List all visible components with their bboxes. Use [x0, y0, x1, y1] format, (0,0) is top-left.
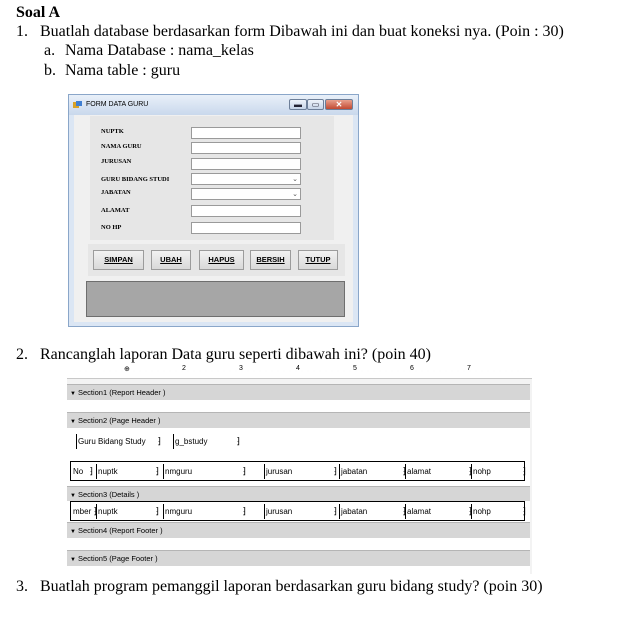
guru-bidang-study-label[interactable]: Guru Bidang Study ⁆ — [76, 434, 161, 449]
guru-bidang-studi-combo[interactable]: ⌄ — [191, 173, 301, 185]
report-designer: ⊕ 2 3 4 5 6 7 ▼ Section1 (Report Header )… — [67, 364, 532, 574]
jurusan-label: JURUSAN — [101, 158, 132, 165]
q2-text: Rancanglah laporan Data guru seperti dib… — [40, 346, 431, 363]
details-band: mber ⁆ nuptk ⁆ nmguru ⁆ jurusan ⁆ jabatan ⁆ a… — [67, 501, 530, 523]
buttons-panel: SIMPAN UBAH HAPUS BERSIH TUTUP — [88, 244, 345, 276]
jabatan-combo[interactable]: ⌄ — [191, 188, 301, 200]
q3-text: Buatlah program pemanggil laporan berdas… — [40, 578, 543, 595]
nuptk-input[interactable] — [191, 127, 301, 139]
detail-cell-nmguru[interactable]: nmguru ⁆ — [163, 504, 246, 519]
q1-text: Buatlah database berdasarkan form Dibawa… — [40, 23, 564, 40]
nama-guru-label: NAMA GURU — [101, 143, 142, 150]
section-details[interactable]: ▼ Section3 (Details ) — [67, 486, 530, 502]
header-cell-nuptk[interactable]: nuptk ⁆ — [96, 464, 159, 479]
section-page-header[interactable]: ▼ Section2 (Page Header ) — [67, 412, 530, 428]
header-cell-no[interactable]: No ⁆ — [72, 464, 93, 479]
minimize-button[interactable]: ▬ — [289, 99, 307, 110]
section-report-header[interactable]: ▼ Section1 (Report Header ) — [67, 384, 530, 400]
close-button[interactable]: ✕ — [325, 99, 353, 110]
header-cell-jabatan[interactable]: jabatan ⁆ — [339, 464, 406, 479]
ruler-number: 6 — [410, 365, 414, 372]
jabatan-label: JABATAN — [101, 189, 131, 196]
q1-number: 1. — [16, 23, 28, 40]
form-title: FORM DATA GURU — [86, 101, 149, 108]
report-footer-band — [67, 538, 530, 550]
jurusan-input[interactable] — [191, 158, 301, 170]
header-cell-alamat[interactable]: alamat ⁆ — [405, 464, 472, 479]
header-cell-jurusan[interactable]: jurusan ⁆ — [264, 464, 337, 479]
alamat-input[interactable] — [191, 205, 301, 217]
form-window: FORM DATA GURU ▬ ▭ ✕ NUPTK NAMA GURU JUR… — [68, 94, 359, 327]
page-header-band: Guru Bidang Study ⁆ g_bstudy ⁆ No ⁆ nuptk ⁆ … — [67, 428, 530, 490]
detail-cell-jurusan[interactable]: jurusan ⁆ — [264, 504, 337, 519]
simpan-button[interactable]: SIMPAN — [93, 250, 144, 270]
no-hp-label: NO HP — [101, 224, 122, 231]
detail-cell-jabatan[interactable]: jabatan ⁆ — [339, 504, 406, 519]
fields-panel: NUPTK NAMA GURU JURUSAN GURU BIDANG STUD… — [90, 116, 334, 240]
form-title-bar: FORM DATA GURU ▬ ▭ ✕ — [69, 95, 358, 115]
data-grid[interactable] — [86, 281, 345, 317]
chevron-down-icon: ⌄ — [292, 190, 298, 198]
detail-row-box: mber ⁆ nuptk ⁆ nmguru ⁆ jurusan ⁆ jabatan ⁆ a… — [70, 501, 526, 521]
ubah-button[interactable]: UBAH — [151, 250, 191, 270]
alamat-label: ALAMAT — [101, 207, 130, 214]
ruler-number: 4 — [296, 365, 300, 372]
detail-cell-nuptk[interactable]: nuptk ⁆ — [96, 504, 159, 519]
q1-item-b-text: Nama table : guru — [65, 62, 181, 79]
ruler-number: 3 — [239, 365, 243, 372]
heading: Soal A — [16, 4, 61, 21]
q1-item-a-text: Nama Database : nama_kelas — [65, 42, 254, 59]
no-hp-input[interactable] — [191, 222, 301, 234]
bersih-button[interactable]: BERSIH — [250, 250, 291, 270]
detail-cell-nohp[interactable]: nohp ⁆ — [471, 504, 526, 519]
section-report-footer[interactable]: ▼ Section4 (Report Footer ) — [67, 522, 530, 538]
header-cell-nohp[interactable]: nohp ⁆ — [471, 464, 526, 479]
g-bstudy-field[interactable]: g_bstudy ⁆ — [173, 434, 240, 449]
tutup-button[interactable]: TUTUP — [298, 250, 338, 270]
q1-item-b-marker: b. — [44, 62, 56, 79]
form-body: NUPTK NAMA GURU JURUSAN GURU BIDANG STUD… — [74, 115, 353, 322]
ruler-number: 7 — [467, 365, 471, 372]
q3-number: 3. — [16, 578, 28, 595]
detail-cell-alamat[interactable]: alamat ⁆ — [405, 504, 472, 519]
maximize-button[interactable]: ▭ — [307, 99, 324, 110]
q2-number: 2. — [16, 346, 28, 363]
report-header-band — [67, 400, 530, 412]
hapus-button[interactable]: HAPUS — [199, 250, 244, 270]
ruler-number: 2 — [182, 365, 186, 372]
chevron-down-icon: ⌄ — [292, 175, 298, 183]
ruler-marker-icon: ⊕ — [124, 366, 130, 373]
ruler: ⊕ 2 3 4 5 6 7 — [67, 364, 532, 379]
ruler-number: 5 — [353, 365, 357, 372]
page-footer-band — [67, 566, 530, 574]
section-page-footer[interactable]: ▼ Section5 (Page Footer ) — [67, 550, 530, 566]
detail-cell-number[interactable]: mber ⁆ — [72, 504, 97, 519]
guru-bidang-studi-label: GURU BIDANG STUDI — [101, 176, 170, 183]
app-icon — [73, 101, 82, 108]
header-row-box: No ⁆ nuptk ⁆ nmguru ⁆ jurusan ⁆ jabatan ⁆ ala… — [70, 461, 526, 481]
nama-guru-input[interactable] — [191, 142, 301, 154]
nuptk-label: NUPTK — [101, 128, 124, 135]
q1-item-a-marker: a. — [44, 42, 56, 59]
header-cell-nmguru[interactable]: nmguru ⁆ — [163, 464, 246, 479]
